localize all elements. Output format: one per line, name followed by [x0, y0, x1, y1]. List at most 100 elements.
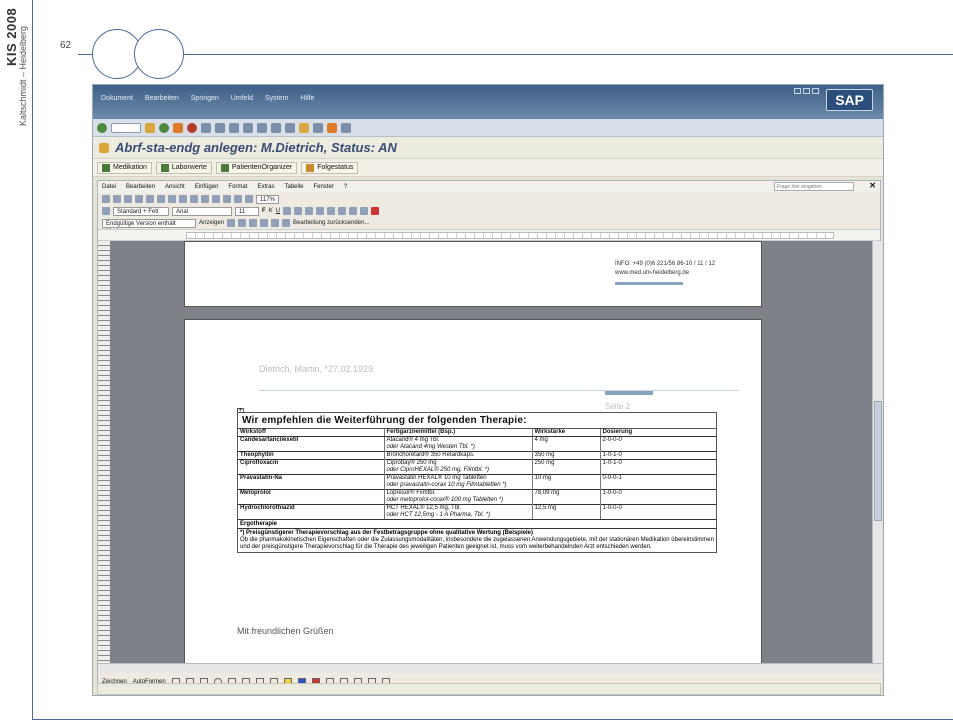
open-icon[interactable] [113, 195, 121, 203]
justify-icon[interactable] [316, 207, 325, 215]
sap-menu-hilfe[interactable]: Hilfe [300, 95, 314, 102]
exit-icon[interactable] [173, 122, 183, 133]
font-select[interactable]: Arial [172, 206, 232, 216]
new-session-icon[interactable] [299, 122, 309, 133]
copy-icon[interactable] [179, 195, 187, 203]
horizontal-scrollbar[interactable] [98, 663, 882, 673]
find-next-icon[interactable] [229, 122, 239, 133]
scroll-thumb[interactable] [874, 401, 882, 521]
sap-menu-springen[interactable]: Springen [191, 95, 219, 102]
next-page-icon[interactable] [271, 122, 281, 133]
numbering-icon[interactable] [327, 207, 336, 215]
markup-view-select[interactable]: Endgültige Version enthält Markups [102, 218, 196, 235]
table-icon[interactable] [223, 195, 231, 203]
first-page-icon[interactable] [243, 122, 253, 133]
edit-return-button[interactable]: Bearbeitung zurücksenden... [293, 220, 369, 226]
alternative-product: oder Atacand 4mg Westen Tbl. *) [386, 444, 475, 450]
word-menu-format[interactable]: Format [228, 184, 247, 190]
sap-menu-system[interactable]: System [265, 95, 288, 102]
cancel-icon[interactable] [187, 122, 197, 133]
word-menu-ansicht[interactable]: Ansicht [165, 184, 185, 190]
align-right-icon[interactable] [305, 207, 314, 215]
page-1: INFO: +49 (0)6 221/56 86-10 / 11 / 12 ww… [184, 241, 762, 307]
next-change-icon[interactable] [238, 219, 247, 227]
help-icon[interactable] [327, 122, 337, 133]
zoom-select[interactable]: 117% [256, 194, 279, 204]
style-icon [102, 207, 110, 215]
align-left-icon[interactable] [283, 207, 292, 215]
document-icon [99, 142, 109, 153]
border-icon[interactable] [349, 207, 358, 215]
command-field[interactable] [111, 122, 141, 133]
close-icon[interactable]: ✕ [869, 181, 876, 190]
reject-change-icon[interactable] [260, 219, 269, 227]
track-changes-icon[interactable] [282, 219, 291, 227]
sap-toolbar [93, 119, 883, 137]
save-icon[interactable] [145, 122, 155, 133]
slide-left-border [32, 0, 33, 720]
save-icon[interactable] [124, 195, 132, 203]
font-size-select[interactable]: 11 [235, 206, 259, 216]
sap-menu-dokument[interactable]: Dokument [101, 95, 133, 102]
sap-transaction-title: Abrf-sta-endg anlegen: M.Dietrich, Statu… [115, 140, 397, 155]
vertical-scrollbar[interactable] [872, 241, 882, 663]
italic-button[interactable]: K [269, 208, 273, 214]
tab-folgestatus[interactable]: Folgestatus [301, 161, 359, 174]
tab-patientenorganizer[interactable]: PatientenOrganizer [215, 161, 298, 174]
comment-icon[interactable] [271, 219, 280, 227]
maximize-button[interactable] [803, 88, 810, 94]
header-accent-bar [605, 391, 653, 395]
tab-laborwerte[interactable]: Laborwerte [155, 161, 212, 174]
underline-button[interactable]: U [276, 208, 280, 214]
font-color-icon[interactable] [371, 207, 380, 215]
word-menu-tabelle[interactable]: Tabelle [284, 184, 303, 190]
table-header-row: Wirkstoff Fertigarzneimittel (Bsp.) Wirk… [238, 429, 716, 437]
page-2[interactable]: Dietrich, Martin, *27.02.1929 Seite 2 + … [184, 319, 762, 663]
show-formatting-icon[interactable] [245, 195, 253, 203]
print-icon[interactable] [201, 122, 211, 133]
help-search-input[interactable]: Frage hier eingeben [774, 182, 854, 191]
bullets-icon[interactable] [338, 207, 347, 215]
alternative-product: oder metoprolol-corax® 100 mg Tabletten … [386, 497, 504, 503]
highlight-icon[interactable] [360, 207, 369, 215]
shortcut-icon[interactable] [313, 122, 323, 133]
redo-icon[interactable] [212, 195, 220, 203]
bold-button[interactable]: F [262, 208, 266, 214]
status-icon [306, 163, 315, 172]
print-icon[interactable] [135, 195, 143, 203]
columns-icon[interactable] [234, 195, 242, 203]
word-menu-einfuegen[interactable]: Einfügen [195, 184, 219, 190]
paste-icon[interactable] [190, 195, 198, 203]
last-page-icon[interactable] [285, 122, 295, 133]
enter-icon[interactable] [97, 122, 107, 133]
tab-medikation[interactable]: Medikation [97, 161, 152, 174]
back-icon[interactable] [159, 122, 169, 133]
close-button[interactable] [812, 88, 819, 94]
previous-change-icon[interactable] [227, 219, 236, 227]
show-menu[interactable]: Anzeigen [199, 220, 224, 226]
spelling-icon[interactable] [157, 195, 165, 203]
cut-icon[interactable] [168, 195, 176, 203]
sap-status-bar [97, 683, 881, 695]
word-menu-fenster[interactable]: Fenster [313, 184, 333, 190]
previous-page-icon[interactable] [257, 122, 267, 133]
word-menu-help[interactable]: ? [344, 184, 347, 190]
minimize-button[interactable] [794, 88, 801, 94]
word-menu-bearbeiten[interactable]: Bearbeiten [126, 184, 155, 190]
find-icon[interactable] [215, 122, 225, 133]
sap-menu-umfeld[interactable]: Umfeld [231, 95, 253, 102]
contact-info: INFO: +49 (0)6 221/56 86-10 / 11 / 12 ww… [615, 260, 715, 278]
preview-icon[interactable] [146, 195, 154, 203]
undo-icon[interactable] [201, 195, 209, 203]
horizontal-ruler[interactable] [98, 229, 880, 241]
product-cell: Atacand® 4 mg Tbl. [383, 436, 532, 444]
accept-change-icon[interactable] [249, 219, 258, 227]
new-document-icon[interactable] [102, 195, 110, 203]
word-menu-extras[interactable]: Extras [257, 184, 274, 190]
layout-icon[interactable] [341, 122, 351, 133]
align-center-icon[interactable] [294, 207, 303, 215]
word-menu-datei[interactable]: Datei [102, 184, 116, 190]
sap-menu-bearbeiten[interactable]: Bearbeiten [145, 95, 179, 102]
style-select[interactable]: Standard + Fett [113, 206, 169, 216]
vertical-ruler[interactable] [98, 241, 110, 663]
